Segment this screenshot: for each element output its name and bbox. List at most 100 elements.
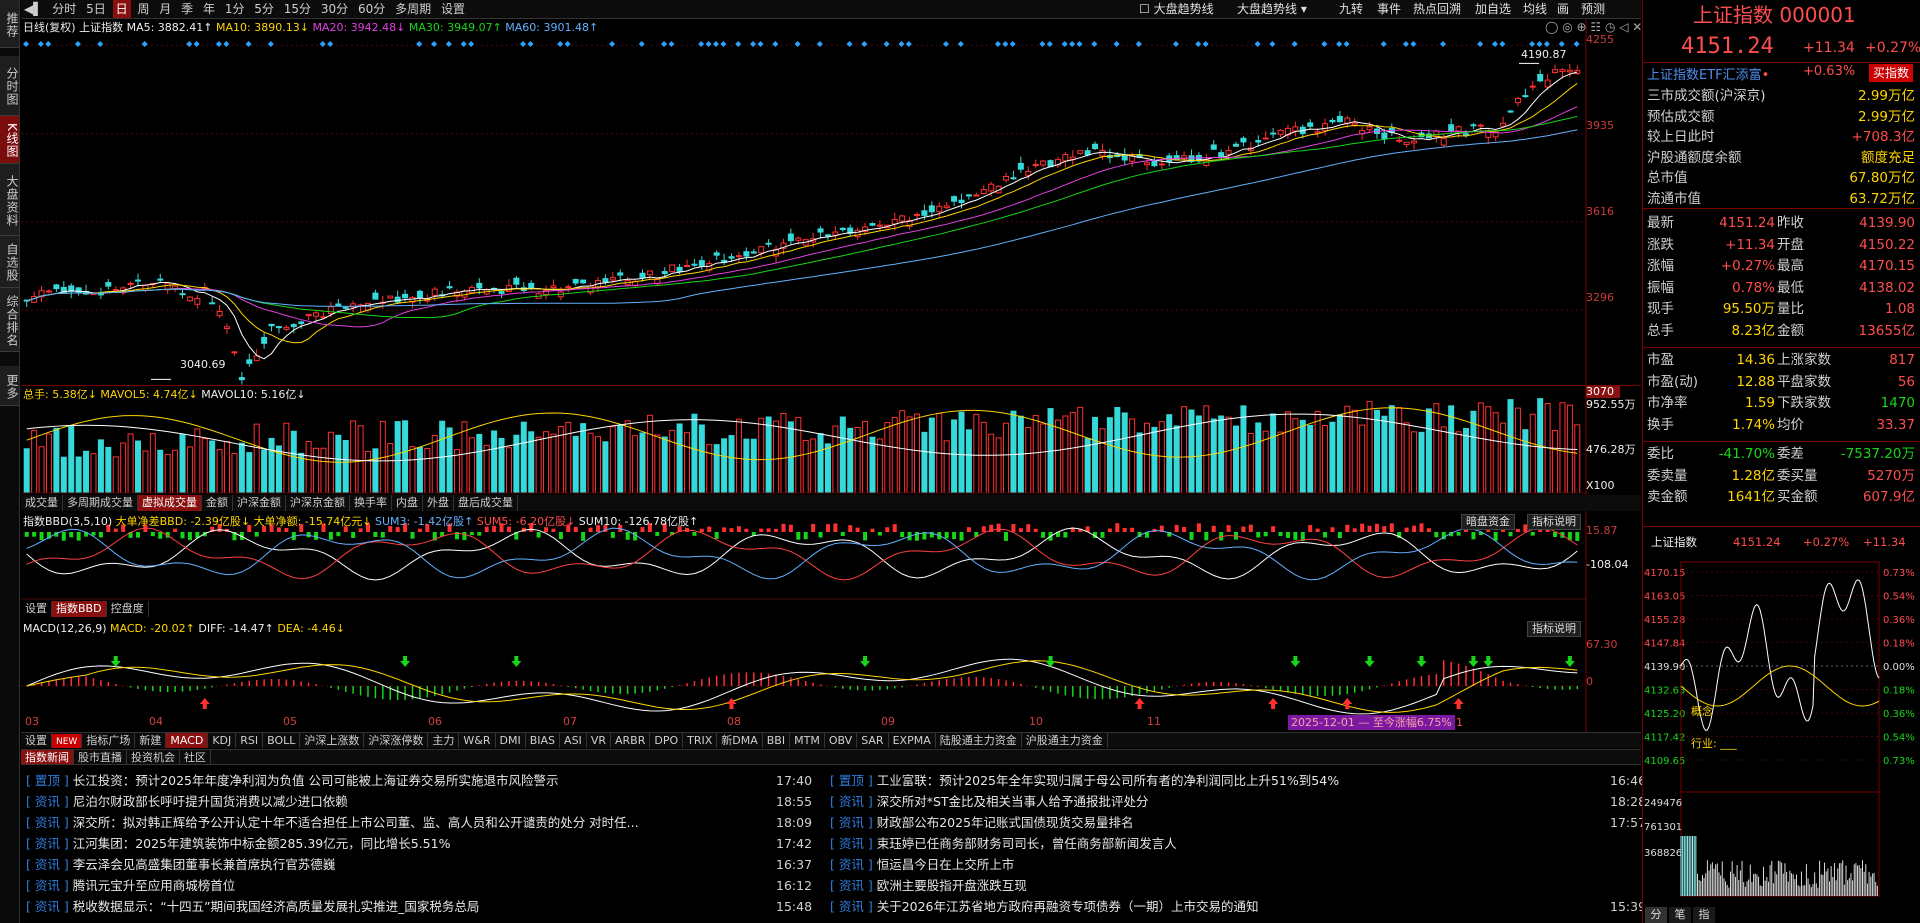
- news-item[interactable]: [ 资讯 ] 恒运昌今日在上交所上市: [830, 854, 1650, 875]
- ind-tab-dmi[interactable]: DMI: [496, 733, 526, 748]
- ind-tab-boll[interactable]: BOLL: [263, 733, 301, 748]
- ind-tab-rsi[interactable]: RSI: [236, 733, 264, 748]
- tab-settings[interactable]: 设置: [438, 0, 468, 18]
- tab-period-1min[interactable]: 1分: [222, 0, 248, 18]
- ind-tab-settings[interactable]: 设置: [21, 733, 52, 748]
- ind-tab-bias[interactable]: BIAS: [526, 733, 561, 748]
- vtab-amount[interactable]: 金额: [202, 495, 233, 511]
- tab-period-month[interactable]: 月: [156, 0, 174, 18]
- tab-recommend[interactable]: 推荐: [0, 0, 19, 48]
- toolbar-events[interactable]: 事件: [1377, 0, 1401, 18]
- news-item[interactable]: [ 资讯 ] 尼泊尔财政部长呼吁提升国货消费以减少进口依赖 18:55: [26, 791, 816, 812]
- bbd-tab-settings[interactable]: 设置: [21, 601, 52, 617]
- news-item[interactable]: [ 资讯 ] 欧洲主要股指开盘涨跌互现: [830, 875, 1650, 896]
- tab-more[interactable]: 更多: [0, 366, 19, 406]
- bbd-tab-index[interactable]: 指数BBD: [52, 601, 107, 617]
- etf-link[interactable]: 上证指数ETF汇添富•: [1647, 64, 1769, 83]
- mini-tab-index[interactable]: 指: [1693, 907, 1715, 923]
- tab-multi-period[interactable]: 多周期: [392, 0, 434, 18]
- mini-intraday-chart[interactable]: 4170.15 0.73% 4163.05 0.54% 4155.28 0.36% 4147…: [1643, 556, 1920, 908]
- ind-tab-bbi[interactable]: BBI: [763, 733, 791, 748]
- ind-tab-sar[interactable]: SAR: [857, 733, 889, 748]
- trend-checkbox[interactable]: ☐ 大盘趋势线: [1139, 0, 1214, 18]
- tab-period-week[interactable]: 周: [134, 0, 152, 18]
- news-tab-community[interactable]: 社区: [180, 750, 211, 764]
- tab-period-quarter[interactable]: 季: [178, 0, 196, 18]
- news-item[interactable]: [ 资讯 ] 税收数据显示：“十四五”期间我国经济高质量发展扎实推进_国家税务总…: [26, 896, 816, 917]
- ind-tab-kdj[interactable]: KDJ: [208, 733, 237, 748]
- vtab-all-amount[interactable]: 沪深京金额: [286, 495, 350, 511]
- tab-period-30min[interactable]: 30分: [318, 0, 351, 18]
- news-item[interactable]: [ 资讯 ] 腾讯元宝升至应用商城榜首位 16:12: [26, 875, 816, 896]
- news-item[interactable]: [ 资讯 ] 束珏婷已任商务部财务司司长，曾任商务部新闻发言人: [830, 833, 1650, 854]
- tab-period-year[interactable]: 年: [200, 0, 218, 18]
- tab-period-intraday[interactable]: 分时: [49, 0, 79, 18]
- toolbar-draw[interactable]: 画: [1557, 0, 1569, 18]
- toolbar-nine[interactable]: 九转: [1339, 0, 1363, 18]
- ind-tab-sh-hk[interactable]: 沪股通主力资金: [1022, 733, 1108, 748]
- mini-tab-min[interactable]: 分: [1645, 907, 1667, 923]
- mini-tab-tick[interactable]: 笔: [1669, 907, 1691, 923]
- tab-watchlist[interactable]: 自选股: [0, 236, 19, 288]
- ind-tab-arbr[interactable]: ARBR: [611, 733, 651, 748]
- ind-tab-vr[interactable]: VR: [587, 733, 611, 748]
- vtab-outer[interactable]: 外盘: [423, 495, 454, 511]
- ind-tab-wr[interactable]: W&R: [459, 733, 496, 748]
- bbd-help-button[interactable]: 指标说明: [1527, 514, 1581, 530]
- ind-tab-dma[interactable]: 新DMA: [717, 733, 763, 748]
- tab-period-5min[interactable]: 5分: [251, 0, 277, 18]
- vtab-virtual[interactable]: 虚拟成交量: [138, 495, 202, 511]
- news-item[interactable]: [ 资讯 ] 江河集团：2025年建筑装饰中标金额285.39亿元，同比增长5.…: [26, 833, 816, 854]
- dark-fund-button[interactable]: 暗盘资金: [1461, 514, 1515, 530]
- news-tab-index[interactable]: 指数新闻: [21, 750, 74, 764]
- ind-tab-main[interactable]: 主力: [428, 733, 460, 748]
- toolbar-ma[interactable]: 均线: [1523, 0, 1547, 18]
- ind-tab-new[interactable]: 新建: [135, 733, 167, 748]
- ind-tab-macd[interactable]: MACD: [166, 733, 209, 748]
- ind-tab-hk-sh[interactable]: 陆股通主力资金: [936, 733, 1022, 748]
- macd-help-button[interactable]: 指标说明: [1527, 621, 1581, 637]
- bbd-tab-control[interactable]: 控盘度: [107, 601, 149, 617]
- toolbar-predict[interactable]: 预测: [1581, 0, 1605, 18]
- tab-period-60min[interactable]: 60分: [355, 0, 388, 18]
- ind-tab-mtm[interactable]: MTM: [790, 733, 825, 748]
- toolbar-add-watch[interactable]: 加自选: [1475, 0, 1511, 18]
- news-item[interactable]: [ 资讯 ] 深交所对*ST金比及相关当事人给予通报批评处分 18:28: [830, 791, 1650, 812]
- ind-tab-trix[interactable]: TRIX: [683, 733, 718, 748]
- mini-concept[interactable]: 概念: [1691, 703, 1713, 719]
- ind-tab-limit-up[interactable]: 沪深涨停数: [364, 733, 429, 748]
- range-label[interactable]: 2025-12-01 — 至今涨幅6.75%: [1288, 715, 1455, 730]
- vtab-turnover[interactable]: 换手率: [350, 495, 392, 511]
- ind-tab-obv[interactable]: OBV: [825, 733, 858, 748]
- vtab-sh-sz-amount[interactable]: 沪深金额: [233, 495, 286, 511]
- ind-tab-square[interactable]: 指标广场: [82, 733, 136, 748]
- news-item[interactable]: [ 资讯 ] 关于2026年江苏省地方政府再融资专项债券（一期）上市交易的通知 1…: [830, 896, 1650, 917]
- toolbar-hot-review[interactable]: 热点回溯: [1413, 0, 1461, 18]
- ind-tab-dpo[interactable]: DPO: [650, 733, 684, 748]
- tab-kline[interactable]: K线图: [0, 116, 19, 164]
- news-item[interactable]: [ 资讯 ] 财政部公布2025年记账式国债现货交易量排名 17:57: [830, 812, 1650, 833]
- vtab-multi[interactable]: 多周期成交量: [63, 495, 138, 511]
- news-item[interactable]: [ 置顶 ] 工业富联：预计2025年全年实现归属于母公司所有者的净利润同比上升…: [830, 770, 1650, 791]
- ind-tab-asi[interactable]: ASI: [560, 733, 587, 748]
- vtab-inner[interactable]: 内盘: [392, 495, 423, 511]
- mini-industry[interactable]: 行业: ___: [1691, 735, 1737, 751]
- news-tab-live[interactable]: 股市直播: [74, 750, 127, 764]
- tab-ranking[interactable]: 综合排名: [0, 288, 19, 352]
- tab-market-info[interactable]: 大盘资料: [0, 164, 19, 236]
- news-item[interactable]: [ 置顶 ] 长江投资：预计2025年年度净利润为负值 公司可能被上海证券交易所…: [26, 770, 816, 791]
- ind-tab-up-count[interactable]: 沪深上涨数: [300, 733, 365, 748]
- play-icon[interactable]: ◀▌: [21, 0, 45, 18]
- vtab-after[interactable]: 盘后成交量: [454, 495, 518, 511]
- buy-index-button[interactable]: 买指数: [1869, 64, 1914, 82]
- vtab-volume[interactable]: 成交量: [21, 495, 63, 511]
- tab-intraday[interactable]: 分时图: [0, 56, 19, 116]
- news-item[interactable]: [ 资讯 ] 深交所：拟对韩正辉给予公开认定十年不适合担任上市公司董、监、高人员…: [26, 812, 816, 833]
- tab-period-5day[interactable]: 5日: [83, 0, 109, 18]
- tab-period-day[interactable]: 日: [112, 0, 131, 18]
- ind-tab-expma[interactable]: EXPMA: [889, 733, 936, 748]
- trend-select[interactable]: 大盘趋势线 ▾: [1237, 0, 1307, 18]
- tab-period-15min[interactable]: 15分: [281, 0, 314, 18]
- news-item[interactable]: [ 资讯 ] 李云泽会见高盛集团董事长兼首席执行官苏德巍 16:37: [26, 854, 816, 875]
- news-tab-opportunity[interactable]: 投资机会: [127, 750, 180, 764]
